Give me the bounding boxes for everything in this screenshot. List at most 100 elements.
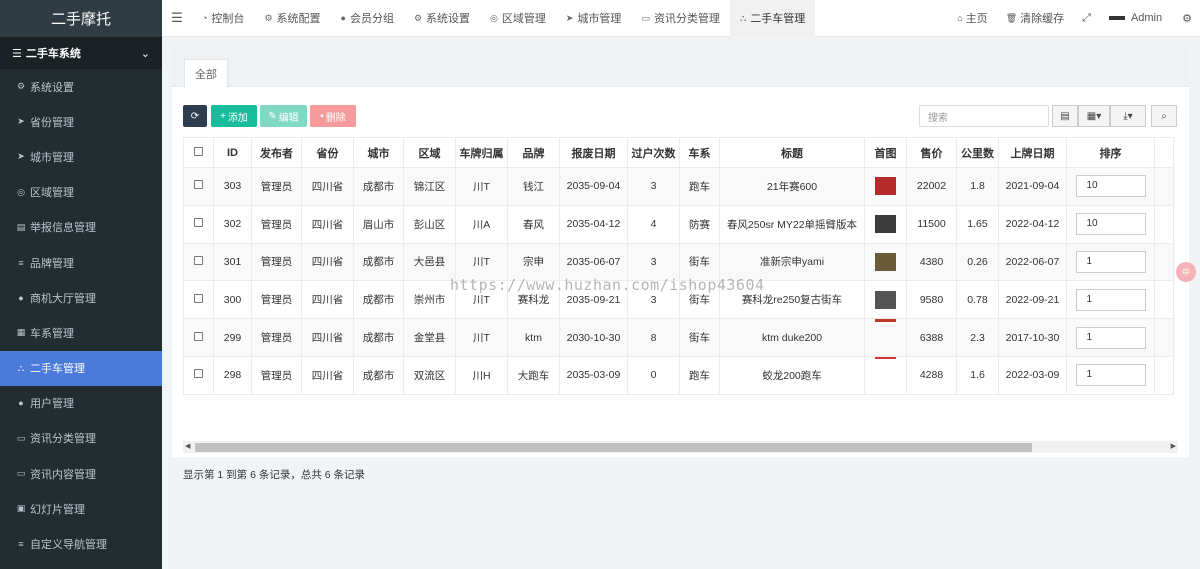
sort-input[interactable]: 1 bbox=[1075, 288, 1146, 311]
sidebar-item-6[interactable]: ● 商机大厅管理 bbox=[0, 280, 162, 315]
sidebar-item-label: 二手车管理 bbox=[30, 363, 85, 376]
column-header[interactable]: 首图 bbox=[864, 137, 907, 168]
user-menu[interactable]: Admin bbox=[1100, 12, 1174, 24]
keyboard-icon: ▭ bbox=[641, 12, 650, 23]
home-link[interactable]: ⌂ 主页 bbox=[948, 10, 996, 26]
motorcycle-thumbnail[interactable] bbox=[875, 252, 896, 271]
tab-all[interactable]: 全部 bbox=[184, 59, 228, 88]
sidebar-item-9[interactable]: ● 用户管理 bbox=[0, 386, 162, 421]
motorcycle-thumbnail[interactable] bbox=[875, 357, 896, 360]
row-checkbox[interactable] bbox=[183, 167, 214, 206]
checkbox-icon bbox=[194, 255, 203, 265]
column-header[interactable]: ID bbox=[213, 137, 252, 168]
export-button[interactable]: ⤓▾ bbox=[1110, 105, 1146, 127]
tab-0[interactable]: ◔ 控制台 bbox=[192, 0, 254, 37]
sidebar-item-1[interactable]: ➤ 省份管理 bbox=[0, 104, 162, 139]
cell-area: 大邑县 bbox=[403, 242, 456, 282]
tab-3[interactable]: ⚙ 系统设置 bbox=[404, 0, 480, 37]
select-all-checkbox[interactable] bbox=[183, 137, 214, 168]
clear-cache-button[interactable]: 🗑 清除缓存 bbox=[997, 10, 1073, 26]
column-header[interactable]: 标题 bbox=[719, 137, 865, 168]
tab-2[interactable]: ● 会员分组 bbox=[331, 0, 404, 37]
column-header[interactable]: 排序 bbox=[1066, 137, 1155, 168]
cell-operations bbox=[1154, 167, 1174, 206]
tab-1[interactable]: ⚙ 系统配置 bbox=[254, 0, 330, 37]
sort-input[interactable]: 10 bbox=[1075, 213, 1146, 236]
sidebar-item-13[interactable]: ≡ 自定义导航管理 bbox=[0, 526, 162, 561]
column-header[interactable]: 售价 bbox=[906, 137, 957, 168]
cell-sort: 10 bbox=[1066, 167, 1155, 206]
home-label: 主页 bbox=[965, 13, 988, 25]
table-row[interactable]: 302 管理员 四川省 眉山市 彭山区 川A 春风 2035-04-12 4 防赛 春风250sr … bbox=[183, 204, 1174, 244]
motorcycle-thumbnail[interactable] bbox=[875, 290, 896, 309]
checkbox-icon bbox=[194, 180, 203, 190]
table-row[interactable]: 299 管理员 四川省 成都市 金堂县 川T ktm 2030-10-30 8 街车 ktm duk… bbox=[183, 318, 1174, 357]
refresh-button[interactable]: ⟳ bbox=[183, 105, 207, 127]
column-header[interactable]: 车牌归属 bbox=[455, 137, 508, 168]
menu-toggle-icon[interactable]: ☰ bbox=[162, 10, 192, 26]
sidebar-item-0[interactable]: ⚙ 系统设置 bbox=[0, 69, 162, 104]
cell-km: 0.26 bbox=[956, 242, 999, 282]
horizontal-scrollbar[interactable]: ◀ ▶ bbox=[183, 441, 1178, 453]
float-badge[interactable]: 中 bbox=[1176, 262, 1196, 282]
sort-input[interactable]: 1 bbox=[1075, 250, 1146, 273]
tab-4[interactable]: ◎ 区域管理 bbox=[480, 0, 556, 37]
scrollbar-thumb[interactable] bbox=[195, 443, 1032, 452]
tab-label: 城市管理 bbox=[577, 13, 622, 25]
sidebar-item-2[interactable]: ➤ 城市管理 bbox=[0, 139, 162, 174]
sidebar-item-3[interactable]: ◎ 区域管理 bbox=[0, 175, 162, 210]
sidebar-item-8[interactable]: ⛬ 二手车管理 bbox=[0, 350, 162, 386]
edit-button[interactable]: ✎ 编辑 bbox=[260, 105, 307, 127]
settings-button[interactable]: ⚙ bbox=[1174, 12, 1200, 25]
sitemap-icon: ⛬ bbox=[739, 12, 747, 23]
motorcycle-thumbnail[interactable] bbox=[875, 319, 896, 322]
cell-operations bbox=[1154, 355, 1174, 395]
sidebar-group-header[interactable]: ☰ 二手车系统 ⌄ bbox=[0, 37, 162, 69]
tab-5[interactable]: ➤ 城市管理 bbox=[556, 0, 632, 37]
toggle-view-button[interactable]: ▤ bbox=[1052, 105, 1078, 127]
column-header[interactable]: 公里数 bbox=[956, 137, 999, 168]
fullscreen-button[interactable]: ⤢ bbox=[1073, 12, 1100, 25]
columns-button[interactable]: ▦▾ bbox=[1078, 105, 1110, 127]
add-button[interactable]: + 添加 bbox=[211, 105, 257, 127]
row-checkbox[interactable] bbox=[183, 242, 214, 282]
sidebar-item-10[interactable]: ▭ 资讯分类管理 bbox=[0, 421, 162, 456]
column-header[interactable]: 上牌日期 bbox=[998, 137, 1067, 168]
delete-button[interactable]: ▪ 删除 bbox=[310, 105, 356, 127]
tab-6[interactable]: ▭ 资讯分类管理 bbox=[631, 0, 730, 37]
sort-input[interactable]: 10 bbox=[1075, 175, 1146, 198]
column-header[interactable]: 报废日期 bbox=[559, 137, 628, 168]
sidebar-item-11[interactable]: ▭ 资讯内容管理 bbox=[0, 456, 162, 491]
motorcycle-thumbnail[interactable] bbox=[875, 215, 896, 234]
scroll-right-icon[interactable]: ▶ bbox=[1171, 442, 1176, 450]
tab-7[interactable]: ⛬ 二手车管理 bbox=[729, 0, 816, 37]
row-checkbox[interactable] bbox=[183, 204, 214, 244]
sidebar-group-label: 二手车系统 bbox=[25, 48, 81, 60]
list-icon: ☰ bbox=[12, 47, 22, 60]
sidebar-item-4[interactable]: ▤ 举报信息管理 bbox=[0, 210, 162, 245]
sidebar-item-7[interactable]: ▦ 车系管理 bbox=[0, 315, 162, 350]
sidebar-item-5[interactable]: ≡ 品牌管理 bbox=[0, 245, 162, 280]
column-header[interactable]: 车系 bbox=[679, 137, 720, 168]
brand-logo[interactable]: 二手摩托 bbox=[0, 0, 162, 37]
column-header[interactable]: 省份 bbox=[301, 137, 354, 168]
column-header[interactable]: 区域 bbox=[403, 137, 456, 168]
search-toggle-button[interactable]: ⌕ bbox=[1151, 105, 1177, 127]
column-header[interactable]: 品牌 bbox=[507, 137, 560, 168]
sort-input[interactable]: 1 bbox=[1075, 326, 1146, 349]
row-checkbox[interactable] bbox=[183, 318, 214, 357]
sidebar-item-12[interactable]: ▣ 幻灯片管理 bbox=[0, 491, 162, 526]
table-row[interactable]: 298 管理员 四川省 成都市 双流区 川H 大跑车 2035-03-09 0 跑车 蛟龙200跑车… bbox=[183, 355, 1174, 395]
column-header[interactable]: 发布者 bbox=[251, 137, 302, 168]
sort-input[interactable]: 1 bbox=[1075, 364, 1146, 387]
cell-transfers: 8 bbox=[627, 318, 680, 357]
row-checkbox[interactable] bbox=[183, 280, 214, 320]
table-row[interactable]: 303 管理员 四川省 成都市 锦江区 川T 钱江 2035-09-04 3 跑车 21年赛600 2… bbox=[183, 167, 1174, 206]
scroll-left-icon[interactable]: ◀ bbox=[185, 442, 190, 450]
column-header[interactable]: 过户次数 bbox=[627, 137, 680, 168]
row-checkbox[interactable] bbox=[183, 355, 214, 395]
motorcycle-thumbnail[interactable] bbox=[875, 177, 896, 196]
search-input[interactable]: 搜索 bbox=[919, 105, 1049, 127]
cell-operations bbox=[1154, 318, 1174, 357]
column-header[interactable]: 城市 bbox=[353, 137, 404, 168]
